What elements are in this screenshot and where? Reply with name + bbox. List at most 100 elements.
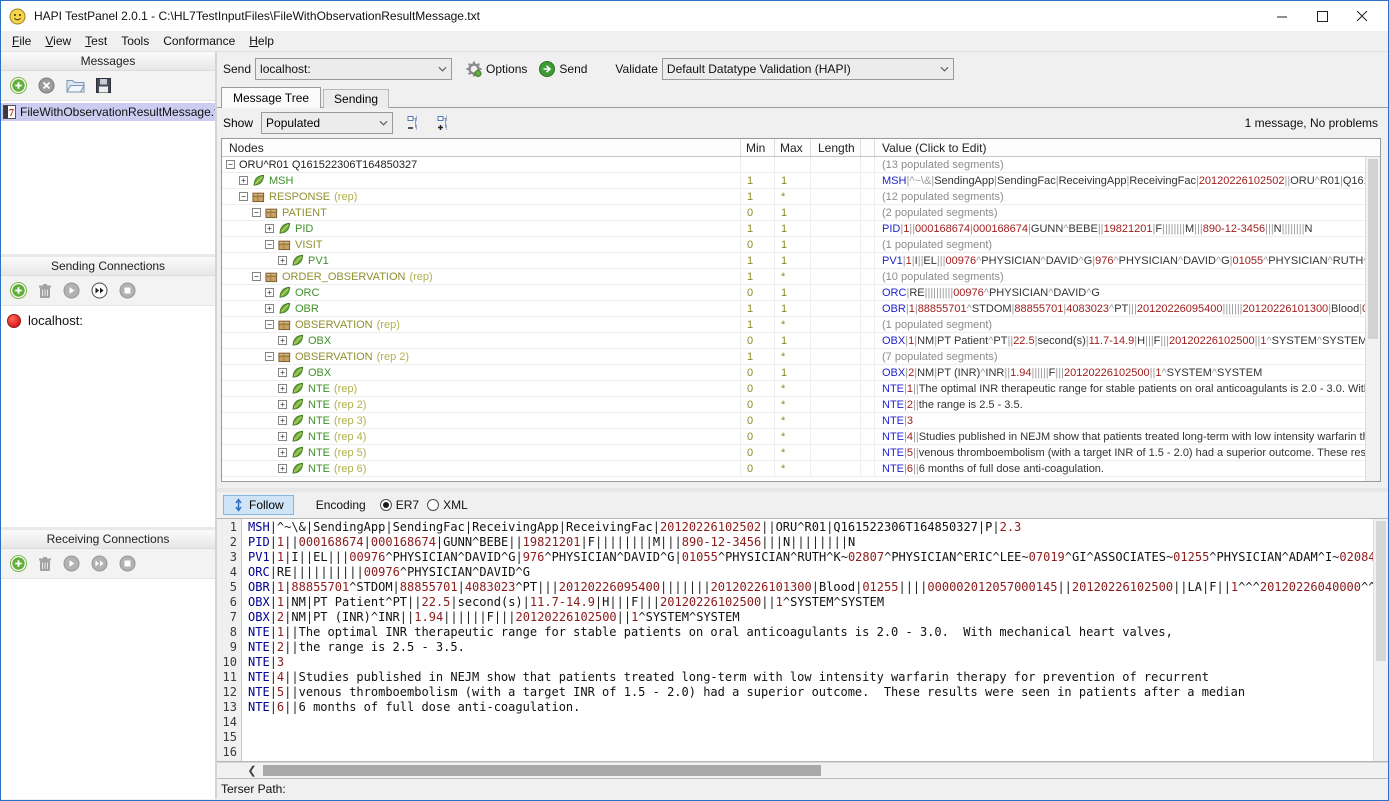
encoding-radio-xml[interactable]: XML <box>427 498 468 512</box>
tab-sending[interactable]: Sending <box>323 89 389 108</box>
value-cell[interactable]: (2 populated segments) <box>875 205 1380 220</box>
collapse-node-icon[interactable]: − <box>252 272 261 281</box>
value-cell[interactable]: PID|1||000168674|000168674|GUNN^BEBE||19… <box>875 221 1380 236</box>
collapse-node-icon[interactable]: − <box>265 320 274 329</box>
tree-row[interactable]: +PV111PV1|1|I||EL|||00976^PHYSICIAN^DAVI… <box>222 253 1380 269</box>
add-connection-button[interactable] <box>10 555 27 572</box>
tree-row[interactable]: −RESPONSE(rep)1*(12 populated segments) <box>222 189 1380 205</box>
follow-toggle-button[interactable]: Follow <box>223 495 294 515</box>
message-source-editor[interactable]: 1MSH|^~\&|SendingApp|SendingFac|Receivin… <box>217 518 1388 762</box>
tree-row[interactable]: +OBR11OBR|1|88855701^STDOM|88855701|4083… <box>222 301 1380 317</box>
start-all-connections-icon[interactable] <box>91 555 108 572</box>
stop-connection-icon[interactable] <box>119 282 136 299</box>
send-button[interactable]: Send <box>533 59 593 79</box>
open-file-icon[interactable] <box>66 78 85 93</box>
tree-vertical-scrollbar[interactable] <box>1365 157 1380 481</box>
tree-row[interactable]: −VISIT01(1 populated segment) <box>222 237 1380 253</box>
editor-line[interactable]: 4ORC|RE||||||||||00976^PHYSICIAN^DAVID^G <box>217 565 1373 580</box>
value-cell[interactable]: NTE|1||The optimal INR therapeutic range… <box>875 381 1380 396</box>
editor-line[interactable]: 11NTE|4||Studies published in NEJM show … <box>217 670 1373 685</box>
value-cell[interactable]: NTE|2||the range is 2.5 - 3.5. <box>875 397 1380 412</box>
column-header-nodes[interactable]: Nodes <box>222 139 741 156</box>
menu-item-tools[interactable]: Tools <box>114 32 156 50</box>
radio-icon[interactable] <box>380 499 392 511</box>
value-cell[interactable]: NTE|4||Studies published in NEJM show th… <box>875 429 1380 444</box>
radio-icon[interactable] <box>427 499 439 511</box>
stop-connection-icon[interactable] <box>119 555 136 572</box>
tree-row[interactable]: +MSH11MSH|^~\&|SendingApp|SendingFac|Rec… <box>222 173 1380 189</box>
tree-row[interactable]: +NTE(rep)0*NTE|1||The optimal INR therap… <box>222 381 1380 397</box>
column-header-max[interactable]: Max <box>775 139 811 156</box>
menu-item-conformance[interactable]: Conformance <box>156 32 242 50</box>
tree-row[interactable]: +NTE(rep 3)0*NTE|3 <box>222 413 1380 429</box>
menu-item-help[interactable]: Help <box>242 32 281 50</box>
expand-node-icon[interactable]: + <box>278 432 287 441</box>
column-header-length[interactable]: Length <box>811 139 861 156</box>
tree-row[interactable]: +NTE(rep 2)0*NTE|2||the range is 2.5 - 3… <box>222 397 1380 413</box>
value-cell[interactable]: (12 populated segments) <box>875 189 1380 204</box>
value-cell[interactable]: NTE|3 <box>875 413 1380 428</box>
scrollbar-thumb[interactable] <box>1368 159 1378 339</box>
tree-row[interactable]: −PATIENT01(2 populated segments) <box>222 205 1380 221</box>
editor-line[interactable]: 13NTE|6||6 months of full dose anti-coag… <box>217 700 1373 715</box>
tree-row[interactable]: +NTE(rep 6)0*NTE|6||6 months of full dos… <box>222 461 1380 477</box>
value-cell[interactable]: (1 populated segment) <box>875 237 1380 252</box>
tree-row[interactable]: +NTE(rep 5)0*NTE|5||venous thromboemboli… <box>222 445 1380 461</box>
editor-line[interactable]: 7OBX|2|NM|PT (INR)^INR||1.94||||||F|||20… <box>217 610 1373 625</box>
message-list-item[interactable]: 7 FileWithObservationResultMessage.txt <box>1 103 215 121</box>
value-cell[interactable]: OBR|1|88855701^STDOM|88855701|4083023^PT… <box>875 301 1380 316</box>
start-connection-icon[interactable] <box>63 555 80 572</box>
add-message-button[interactable] <box>10 77 27 94</box>
editor-line[interactable]: 1MSH|^~\&|SendingApp|SendingFac|Receivin… <box>217 520 1373 535</box>
scroll-left-arrow[interactable]: ❮ <box>244 763 260 778</box>
show-combobox[interactable]: Populated <box>261 112 393 134</box>
expand-node-icon[interactable]: + <box>278 448 287 457</box>
value-cell[interactable]: PV1|1|I||EL|||00976^PHYSICIAN^DAVID^G|97… <box>875 253 1380 268</box>
editor-line[interactable]: 9NTE|2||the range is 2.5 - 3.5. <box>217 640 1373 655</box>
value-cell[interactable]: NTE|5||venous thromboembolism (with a ta… <box>875 445 1380 460</box>
tree-row[interactable]: +OBX01OBX|2|NM|PT (INR)^INR||1.94||||||F… <box>222 365 1380 381</box>
menu-item-test[interactable]: Test <box>78 32 114 50</box>
delete-connection-icon[interactable] <box>38 283 52 299</box>
editor-line[interactable]: 2PID|1||000168674|000168674|GUNN^BEBE||1… <box>217 535 1373 550</box>
editor-line[interactable]: 10NTE|3 <box>217 655 1373 670</box>
encoding-radio-er7[interactable]: ER7 <box>380 498 419 512</box>
editor-line[interactable]: 15 <box>217 730 1373 745</box>
column-header-min[interactable]: Min <box>741 139 775 156</box>
expand-all-button[interactable] <box>431 113 453 133</box>
validation-combobox[interactable]: Default Datatype Validation (HAPI) <box>662 58 954 80</box>
delete-connection-icon[interactable] <box>38 556 52 572</box>
value-cell[interactable]: OBX|1|NM|PT Patient^PT||22.5|second(s)|1… <box>875 333 1380 348</box>
value-cell[interactable]: (13 populated segments) <box>875 157 1380 172</box>
tree-row[interactable]: −OBSERVATION(rep)1*(1 populated segment) <box>222 317 1380 333</box>
sending-connection-item[interactable]: localhost: <box>1 306 215 328</box>
expand-node-icon[interactable]: + <box>278 416 287 425</box>
value-cell[interactable]: NTE|6||6 months of full dose anti-coagul… <box>875 461 1380 476</box>
editor-line[interactable]: 5OBR|1|88855701^STDOM|88855701|4083023^P… <box>217 580 1373 595</box>
close-button[interactable] <box>1342 2 1382 30</box>
save-icon[interactable] <box>96 78 111 93</box>
options-button[interactable]: Options <box>460 59 533 79</box>
collapse-node-icon[interactable]: − <box>239 192 248 201</box>
tree-row[interactable]: +NTE(rep 4)0*NTE|4||Studies published in… <box>222 429 1380 445</box>
editor-line[interactable]: 16 <box>217 745 1373 760</box>
expand-node-icon[interactable]: + <box>265 288 274 297</box>
expand-node-icon[interactable]: + <box>239 176 248 185</box>
add-connection-button[interactable] <box>10 282 27 299</box>
start-all-connections-icon[interactable] <box>91 282 108 299</box>
expand-node-icon[interactable]: + <box>278 336 287 345</box>
editor-line[interactable]: 12NTE|5||venous thromboembolism (with a … <box>217 685 1373 700</box>
maximize-button[interactable] <box>1302 2 1342 30</box>
start-connection-icon[interactable] <box>63 282 80 299</box>
collapse-node-icon[interactable]: − <box>265 240 274 249</box>
tree-row[interactable]: −OBSERVATION(rep 2)1*(7 populated segmen… <box>222 349 1380 365</box>
tree-row[interactable]: −ORDER_OBSERVATION(rep)1*(10 populated s… <box>222 269 1380 285</box>
collapse-all-button[interactable] <box>401 113 423 133</box>
scrollbar-thumb[interactable] <box>1376 521 1386 661</box>
expand-node-icon[interactable]: + <box>278 400 287 409</box>
collapse-node-icon[interactable]: − <box>226 160 235 169</box>
editor-line[interactable]: 14 <box>217 715 1373 730</box>
editor-horizontal-scrollbar[interactable]: ❮ <box>217 762 1388 778</box>
tab-message-tree[interactable]: Message Tree <box>221 87 321 108</box>
editor-line[interactable]: 3PV1|1|I||EL|||00976^PHYSICIAN^DAVID^G|9… <box>217 550 1373 565</box>
